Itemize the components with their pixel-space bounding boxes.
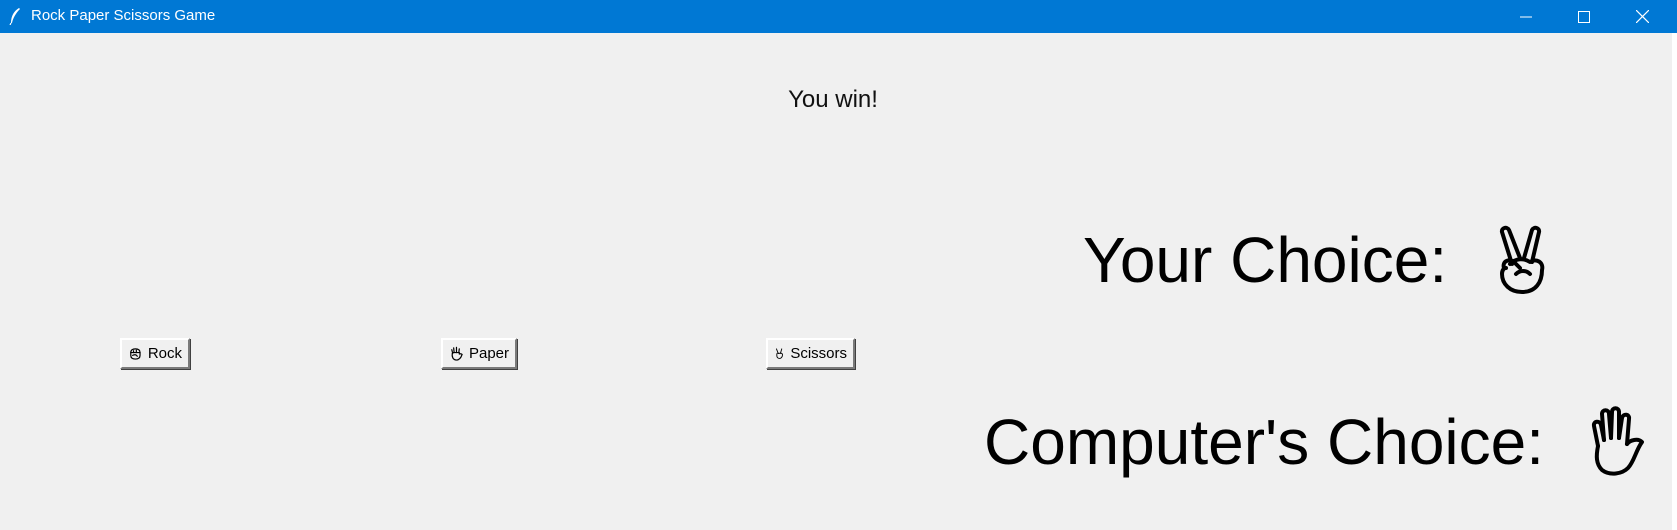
feather-icon bbox=[9, 8, 20, 25]
result-label: You win! bbox=[788, 86, 878, 113]
close-icon bbox=[1635, 10, 1649, 23]
maximize-icon bbox=[1578, 10, 1590, 23]
maximize-button[interactable] bbox=[1555, 0, 1613, 33]
computer-choice-label: Computer's Choice: bbox=[984, 406, 1544, 478]
close-button[interactable] bbox=[1613, 0, 1671, 33]
rock-button[interactable]: Rock bbox=[120, 338, 190, 369]
paper-hand-icon bbox=[1591, 406, 1644, 476]
title-bar[interactable]: Rock Paper Scissors Game bbox=[0, 0, 1677, 33]
scissors-button-label: Scissors bbox=[790, 345, 847, 362]
paper-hand-icon bbox=[451, 346, 463, 361]
scissors-hand-icon bbox=[1499, 225, 1545, 294]
minimize-icon bbox=[1520, 16, 1532, 17]
rock-button-label: Rock bbox=[147, 345, 182, 362]
scissors-hand-icon bbox=[776, 348, 783, 359]
window-edge bbox=[1672, 33, 1677, 530]
paper-button[interactable]: Paper bbox=[441, 338, 517, 369]
rock-hand-icon bbox=[130, 348, 141, 360]
minimize-button[interactable] bbox=[1497, 0, 1555, 33]
window-title: Rock Paper Scissors Game bbox=[31, 7, 216, 24]
your-choice-label: Your Choice: bbox=[1083, 224, 1448, 296]
scissors-button[interactable]: Scissors bbox=[766, 338, 855, 369]
paper-button-label: Paper bbox=[468, 345, 509, 362]
game-window: Rock Paper Scissors Game You win! Your C… bbox=[0, 0, 1677, 530]
